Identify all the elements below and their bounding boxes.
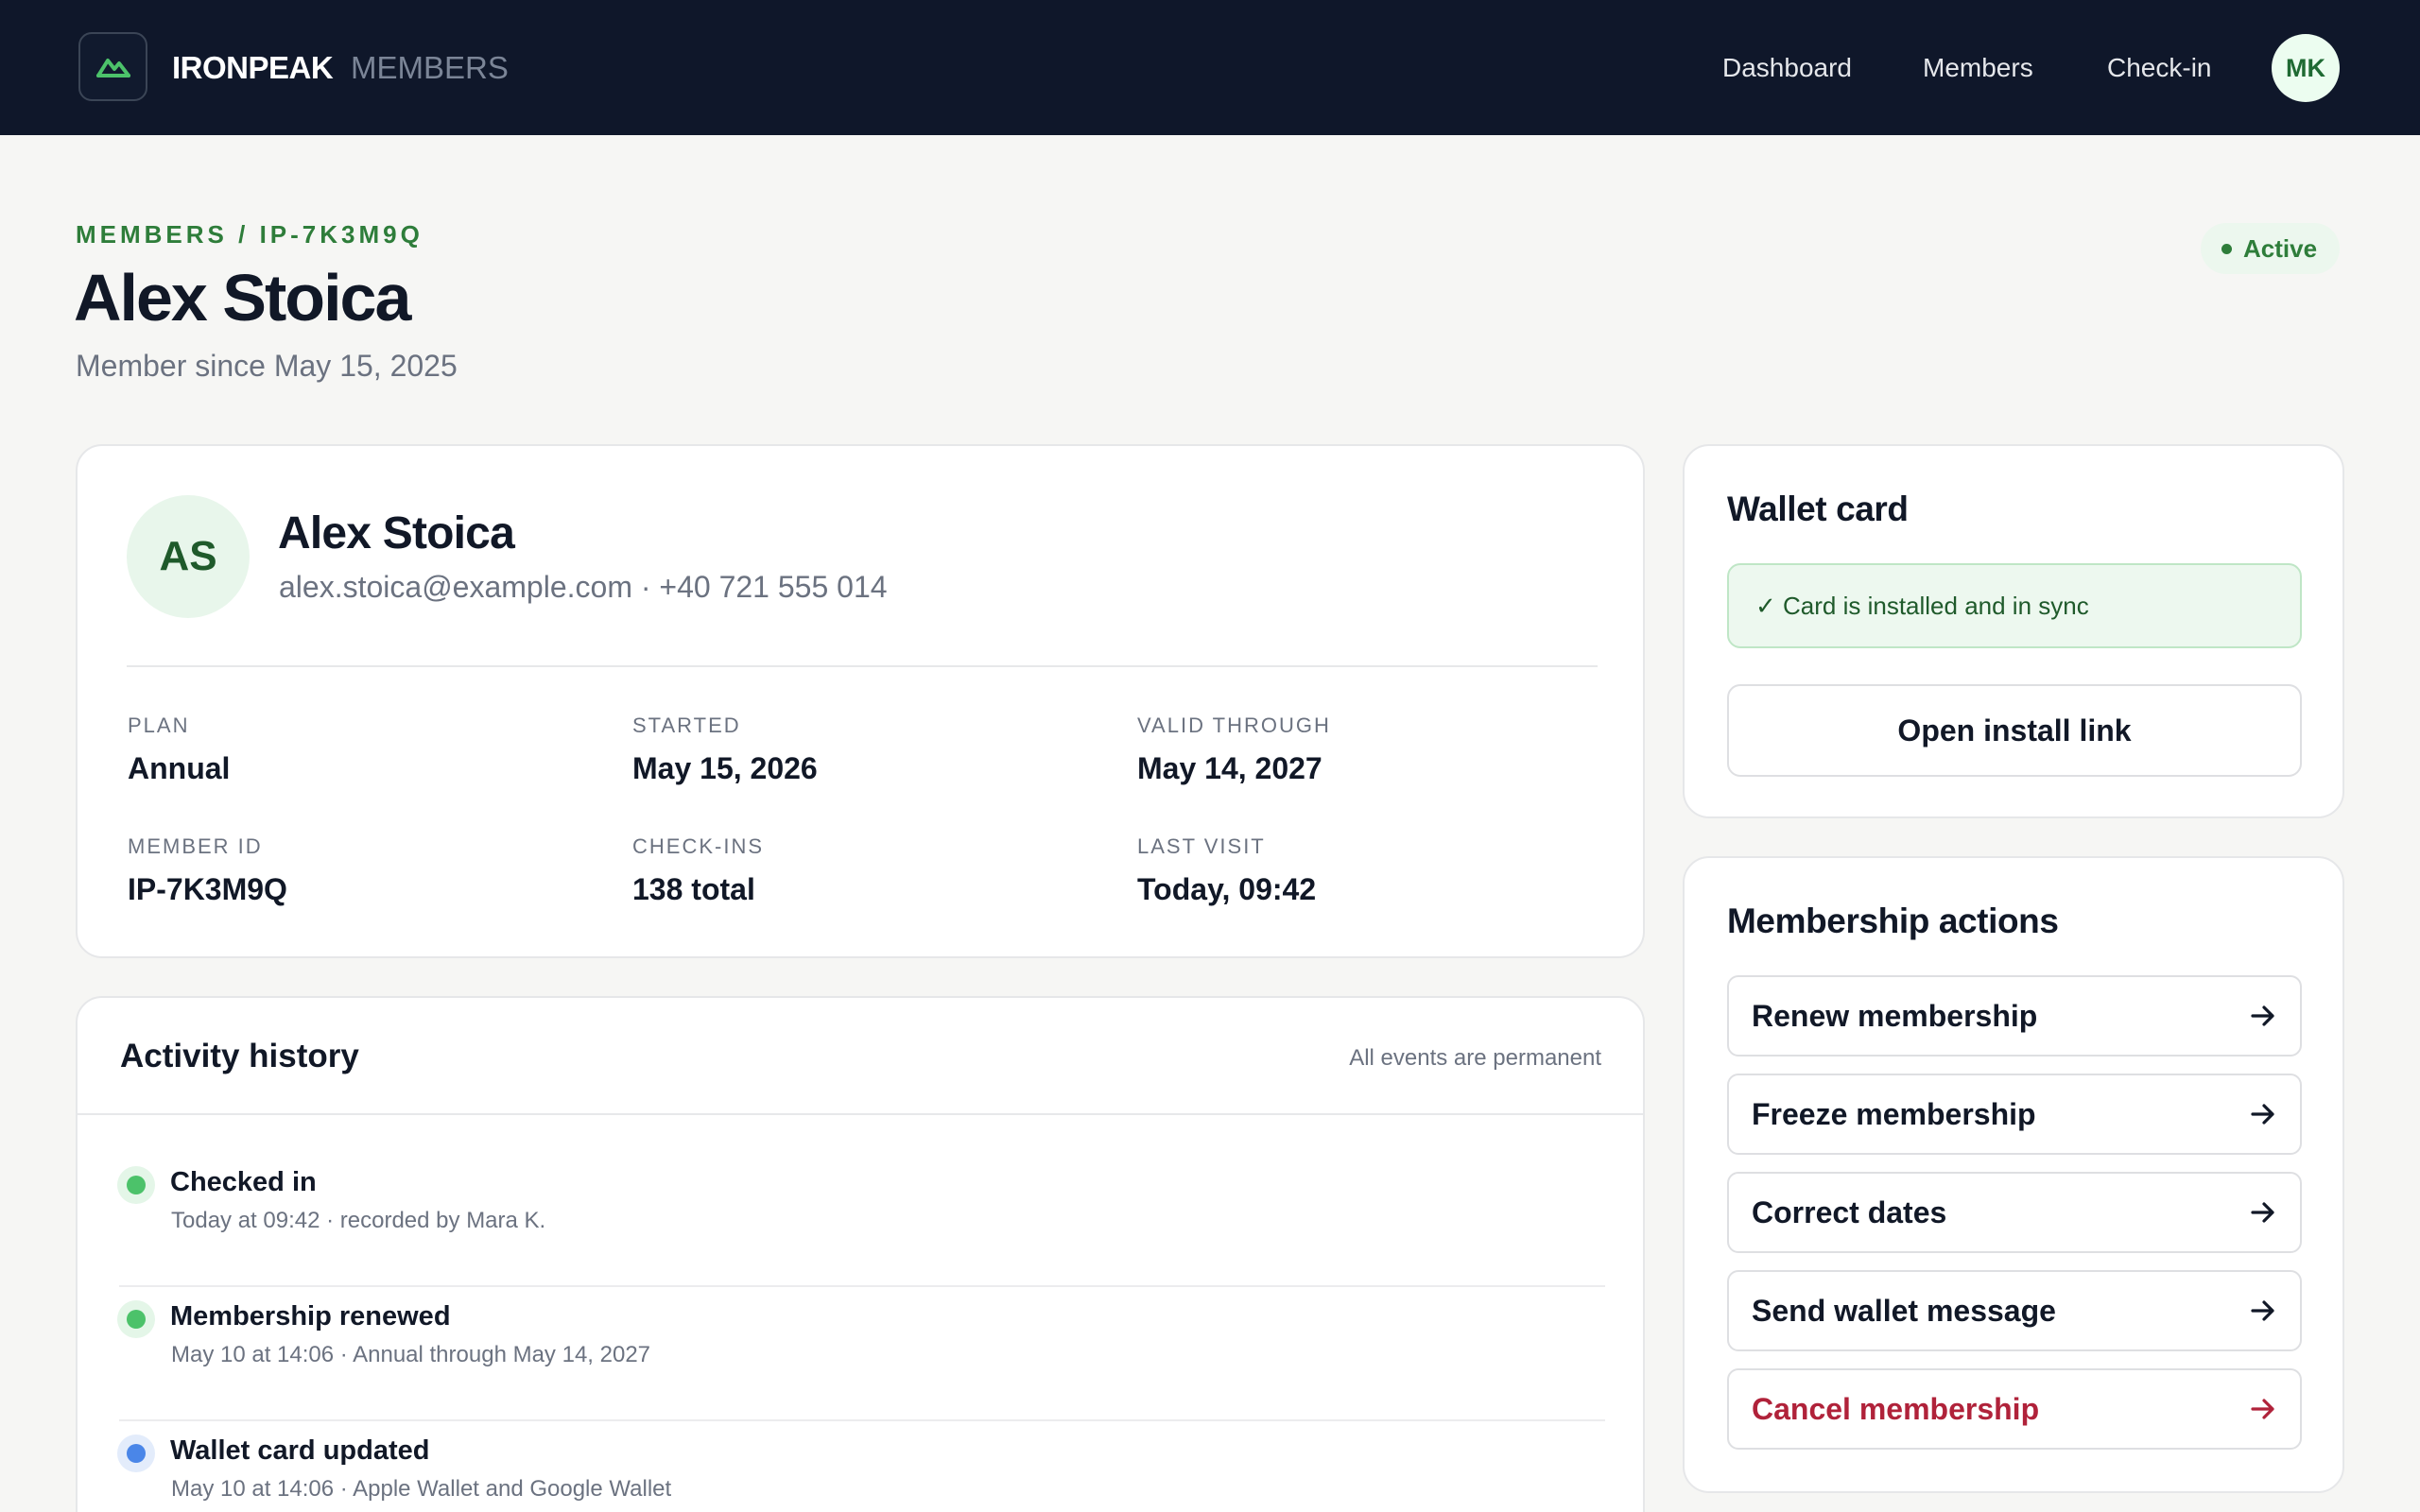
event-title: Membership renewed bbox=[170, 1301, 451, 1332]
stat-label-check-ins: CHECK-INS bbox=[632, 834, 765, 858]
activity-note: All events are permanent bbox=[1349, 1045, 1601, 1071]
arrow-right-icon bbox=[2251, 1300, 2274, 1321]
arrow-right-icon bbox=[2251, 1005, 2274, 1026]
wallet-card-panel: Wallet card ✓ Card is installed and in s… bbox=[1683, 444, 2344, 818]
member-avatar: AS bbox=[127, 495, 250, 618]
activity-divider bbox=[78, 1113, 1643, 1115]
user-avatar[interactable]: MK bbox=[2272, 34, 2340, 102]
arrow-right-icon bbox=[2251, 1399, 2274, 1419]
action-label: Send wallet message bbox=[1752, 1293, 2056, 1328]
nav-check-in[interactable]: Check-in bbox=[2107, 49, 2211, 87]
activity-title: Activity history bbox=[120, 1038, 359, 1074]
event-status-icon bbox=[117, 1166, 155, 1204]
action-label: Cancel membership bbox=[1752, 1391, 2040, 1426]
stat-label-member-id: MEMBER ID bbox=[128, 834, 263, 858]
stat-value-member-id: IP-7K3M9Q bbox=[128, 872, 287, 906]
stat-label-valid-through: VALID THROUGH bbox=[1137, 713, 1331, 737]
event-title: Wallet card updated bbox=[170, 1435, 430, 1466]
correct-dates-button[interactable]: Correct dates bbox=[1727, 1172, 2302, 1253]
stat-label-started: STARTED bbox=[632, 713, 741, 737]
event-detail: May 10 at 14:06 · Annual through May 14,… bbox=[171, 1342, 651, 1367]
brand-name: IRONPEAK bbox=[172, 50, 334, 85]
member-contact: alex.stoica@example.com · +40 721 555 01… bbox=[279, 570, 888, 604]
wallet-sync-status: ✓ Card is installed and in sync bbox=[1727, 563, 2302, 648]
stat-value-started: May 15, 2026 bbox=[632, 751, 818, 785]
mountain-logo-icon[interactable] bbox=[78, 32, 147, 101]
membership-actions-title: Membership actions bbox=[1727, 902, 2059, 940]
open-install-link-button[interactable]: Open install link bbox=[1727, 684, 2302, 777]
activity-history-card: Activity history All events are permanen… bbox=[76, 996, 1645, 1512]
renew-membership-button[interactable]: Renew membership bbox=[1727, 975, 2302, 1057]
member-since-text: Member since May 15, 2025 bbox=[76, 349, 458, 383]
status-badge: Active bbox=[2201, 223, 2341, 274]
top-navigation-bar: IRONPEAK MEMBERS Dashboard Members Check… bbox=[0, 0, 2420, 135]
action-label: Renew membership bbox=[1752, 998, 2038, 1033]
event-status-icon bbox=[117, 1435, 155, 1472]
cancel-membership-button[interactable]: Cancel membership bbox=[1727, 1368, 2302, 1450]
arrow-right-icon bbox=[2251, 1202, 2274, 1223]
membership-actions-panel: Membership actions Renew membership Free… bbox=[1683, 856, 2344, 1493]
brand-subtitle: MEMBERS bbox=[351, 50, 509, 85]
activity-event: Membership renewed May 10 at 14:06 · Ann… bbox=[78, 1287, 1643, 1421]
breadcrumb[interactable]: MEMBERS / IP-7K3M9Q bbox=[76, 219, 424, 249]
stat-value-plan: Annual bbox=[128, 751, 231, 785]
status-label: Active bbox=[2243, 233, 2318, 263]
send-wallet-message-button[interactable]: Send wallet message bbox=[1727, 1270, 2302, 1351]
stat-label-plan: PLAN bbox=[128, 713, 190, 737]
status-dot-icon bbox=[2221, 243, 2232, 254]
stat-value-valid-through: May 14, 2027 bbox=[1137, 751, 1322, 785]
event-status-icon bbox=[117, 1300, 155, 1338]
event-detail: Today at 09:42 · recorded by Mara K. bbox=[171, 1208, 546, 1233]
wallet-card-title: Wallet card bbox=[1727, 490, 1909, 528]
stat-value-check-ins: 138 total bbox=[632, 872, 755, 906]
page-title: Alex Stoica bbox=[74, 261, 411, 335]
stat-label-last-visit: LAST VISIT bbox=[1137, 834, 1266, 858]
action-label: Correct dates bbox=[1752, 1194, 1947, 1229]
stat-value-last-visit: Today, 09:42 bbox=[1137, 872, 1317, 906]
member-name: Alex Stoica bbox=[278, 508, 515, 558]
nav-members[interactable]: Members bbox=[1923, 49, 2033, 87]
freeze-membership-button[interactable]: Freeze membership bbox=[1727, 1074, 2302, 1155]
arrow-right-icon bbox=[2251, 1104, 2274, 1125]
activity-event: Checked in Today at 09:42 · recorded by … bbox=[78, 1153, 1643, 1287]
event-detail: May 10 at 14:06 · Apple Wallet and Googl… bbox=[171, 1476, 672, 1502]
profile-divider bbox=[127, 665, 1598, 667]
nav-dashboard[interactable]: Dashboard bbox=[1722, 49, 1852, 87]
activity-event: Wallet card updated May 10 at 14:06 · Ap… bbox=[78, 1421, 1643, 1512]
profile-card: AS Alex Stoica alex.stoica@example.com ·… bbox=[76, 444, 1645, 958]
event-title: Checked in bbox=[170, 1167, 317, 1197]
action-label: Freeze membership bbox=[1752, 1096, 2036, 1131]
